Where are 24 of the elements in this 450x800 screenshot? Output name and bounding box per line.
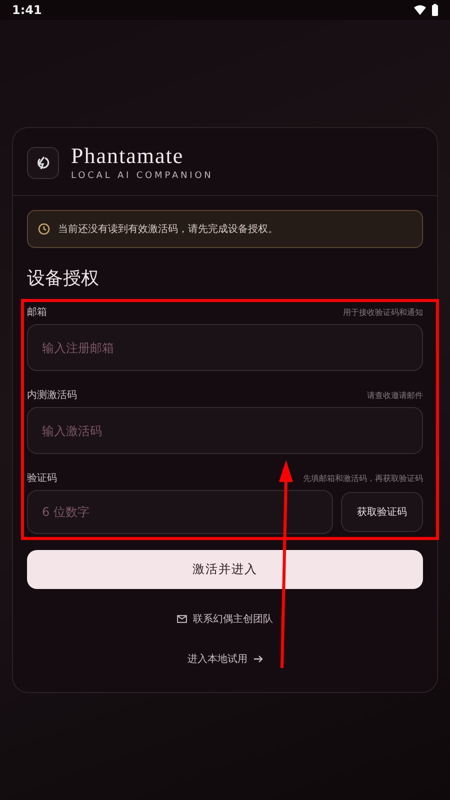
field-hint: 先填邮箱和激活码，再获取验证码 — [303, 472, 423, 484]
mail-icon — [177, 615, 187, 623]
input-field[interactable]: 输入注册邮箱 — [27, 324, 423, 371]
section-heading: 设备授权 — [27, 267, 100, 290]
contact-link[interactable]: 联系幻偶主创团队 — [171, 611, 279, 627]
input-field[interactable]: 输入激活码 — [27, 407, 423, 454]
clock-icon — [38, 223, 50, 235]
app-tagline: LOCAL AI COMPANION — [71, 171, 214, 181]
arrow-right-icon — [254, 655, 262, 663]
field-label: 验证码 — [27, 472, 57, 485]
battery-icon — [432, 4, 438, 16]
code-field[interactable]: 6 位数字 — [27, 490, 333, 534]
field-hint: 请查收邀请邮件 — [367, 390, 423, 400]
get-code-button[interactable]: 获取验证码 — [341, 492, 423, 532]
field-label: 邮箱 — [27, 306, 47, 319]
field-hint: 用于接收验证码和通知 — [343, 306, 423, 318]
trial-link[interactable]: 进入本地试用 — [182, 651, 268, 667]
notice-text: 当前还没有读到有效激活码，请先完成设备授权。 — [58, 222, 278, 236]
status-time: 1:41 — [12, 3, 42, 17]
wifi-icon — [414, 5, 426, 15]
logo-icon — [27, 146, 59, 178]
activate-button[interactable]: 激活并进入 — [27, 550, 423, 589]
app-name: Phantamate — [71, 144, 185, 168]
field-label: 内测激活码 — [27, 388, 77, 402]
